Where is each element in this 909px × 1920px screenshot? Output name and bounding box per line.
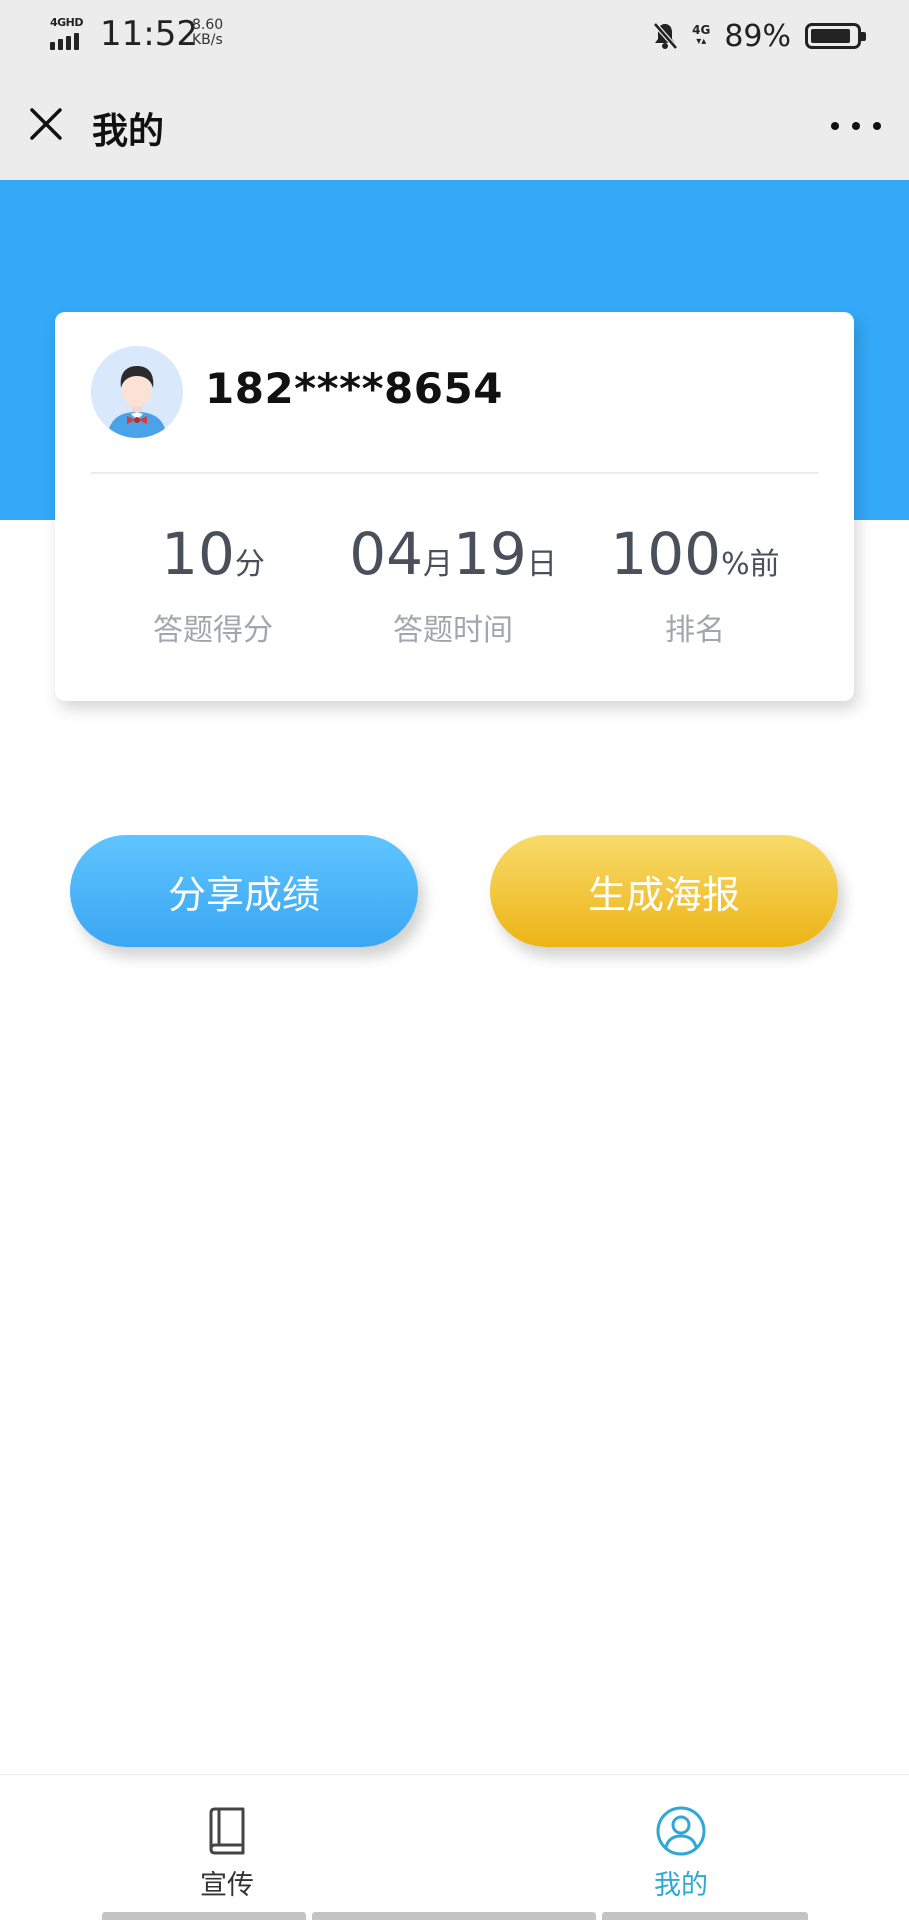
stat-score: 10分 答题得分 xyxy=(93,522,333,649)
close-icon[interactable] xyxy=(24,102,68,146)
score-unit: 分 xyxy=(234,547,265,582)
avatar xyxy=(91,346,183,438)
time-month: 04 xyxy=(349,520,423,588)
rank-number: 100 xyxy=(610,520,722,588)
score-value: 10分 xyxy=(93,522,333,597)
tab-promo[interactable]: 宣传 xyxy=(137,1805,317,1902)
score-number: 10 xyxy=(161,520,235,588)
battery-icon xyxy=(805,23,866,49)
home-indicator xyxy=(0,1912,909,1920)
network-speed-value: 8.60 xyxy=(192,17,224,33)
net-type-label: 4G xyxy=(692,23,711,37)
title-bar: 我的 xyxy=(0,72,909,180)
profile-card: 182****8654 10分 答题得分 04月19日 答题时间 100%前 排… xyxy=(55,312,854,701)
time-month-unit: 月 xyxy=(423,547,453,582)
tab-mine[interactable]: 我的 xyxy=(591,1805,771,1902)
generate-poster-button[interactable]: 生成海报 xyxy=(490,835,838,947)
signal-icon: 4GHD xyxy=(48,16,90,50)
rank-value: 100%前 xyxy=(575,522,815,597)
network-speed-unit: KB/s xyxy=(192,32,223,48)
more-icon[interactable] xyxy=(831,108,881,144)
time-day: 19 xyxy=(453,520,527,588)
battery-level xyxy=(811,29,850,43)
rank-unit: %前 xyxy=(721,547,780,582)
net-type-icon: 4G ▾▴ xyxy=(692,23,711,47)
avatar-icon xyxy=(91,346,183,438)
stat-rank: 100%前 排名 xyxy=(575,522,815,649)
rank-label: 排名 xyxy=(665,613,725,648)
stat-time: 04月19日 答题时间 xyxy=(333,522,573,649)
divider xyxy=(91,472,818,474)
battery-percent: 89% xyxy=(724,18,791,54)
network-speed: 8.60 KB/s xyxy=(192,18,223,48)
tab-bar: 宣传 我的 xyxy=(0,1774,909,1920)
score-label: 答题得分 xyxy=(153,613,273,648)
share-score-button[interactable]: 分享成绩 xyxy=(70,835,418,947)
page-title: 我的 xyxy=(92,111,165,152)
book-icon xyxy=(209,1807,245,1855)
status-bar: 4GHD 11:52 8.60 KB/s 4G ▾▴ 89% xyxy=(0,0,909,72)
time-day-unit: 日 xyxy=(526,547,557,582)
status-time: 11:52 xyxy=(100,14,198,54)
time-label: 答题时间 xyxy=(393,613,513,648)
tab-promo-label: 宣传 xyxy=(200,1870,254,1901)
user-icon xyxy=(656,1806,706,1856)
mute-bell-icon xyxy=(653,22,678,50)
tab-mine-label: 我的 xyxy=(654,1870,708,1901)
network-tag: 4GHD xyxy=(50,16,84,29)
time-value: 04月19日 xyxy=(333,522,573,597)
user-phone: 182****8654 xyxy=(205,364,503,413)
